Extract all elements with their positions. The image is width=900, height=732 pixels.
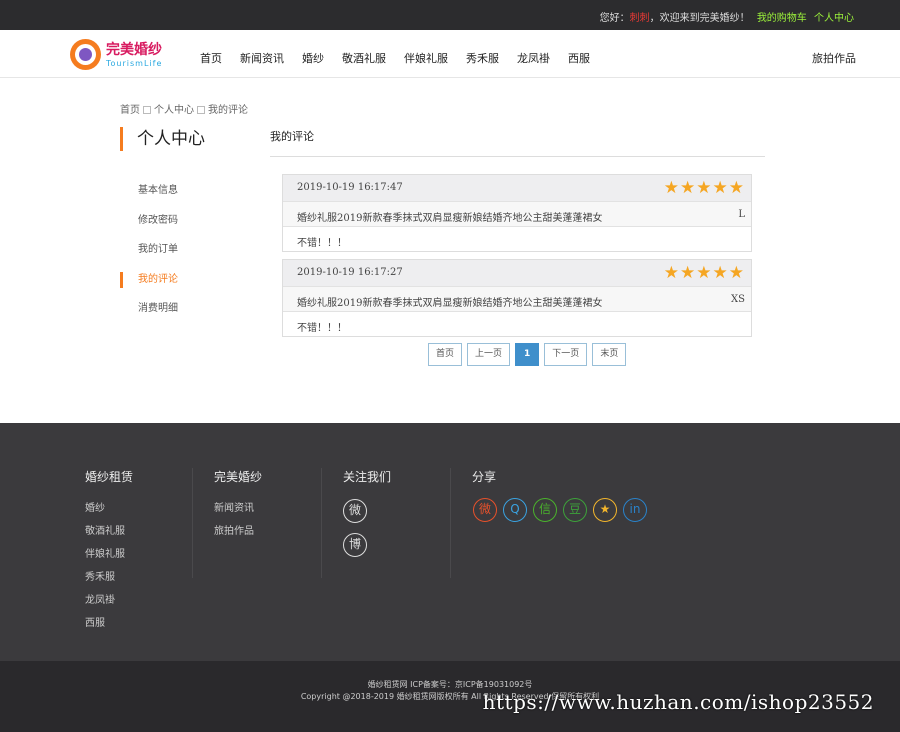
footer: 婚纱租赁 婚纱 敬酒礼服 伴娘礼服 秀禾服 龙凤褂 西服 完美婚纱 新闻资讯 旅… — [0, 423, 900, 661]
cart-link[interactable]: 我的购物车 — [757, 13, 807, 24]
breadcrumb-home[interactable]: 首页 — [120, 105, 140, 116]
nav-item-xiuhe[interactable]: 秀禾服 — [466, 50, 499, 66]
nav-item-longfeng[interactable]: 龙凤褂 — [517, 50, 550, 66]
comment-header: 2019-10-19 16:17:27 ★★★★★ — [283, 260, 751, 286]
footer-col-title: 关注我们 — [343, 470, 392, 484]
username-link[interactable]: 刺刺 — [630, 13, 650, 24]
footer-link[interactable]: 旅拍作品 — [214, 522, 321, 545]
product-name[interactable]: 婚纱礼服2019新款春季抹式双肩显瘦新娘结婚齐地公主甜美蓬蓬裙女 — [297, 294, 602, 309]
top-bar: 您好：刺刺，欢迎来到完美婚纱！ 我的购物车 个人中心 — [0, 0, 900, 30]
footer-col-follow: 关注我们 微 博 — [343, 468, 451, 578]
comment-header: 2019-10-19 16:17:47 ★★★★★ — [283, 175, 751, 201]
breadcrumb-separator-icon — [197, 106, 205, 114]
nav-item-toast-dress[interactable]: 敬酒礼服 — [342, 50, 386, 66]
product-size: L — [738, 209, 745, 220]
sidebar-item-my-orders[interactable]: 我的订单 — [120, 235, 240, 265]
sidebar-title: 个人中心 — [120, 127, 205, 151]
weibo-icon[interactable]: 博 — [343, 533, 367, 557]
comment-product-row[interactable]: 婚纱礼服2019新款春季抹式双肩显瘦新娘结婚齐地公主甜美蓬蓬裙女 L — [283, 201, 751, 226]
nav-item-home[interactable]: 首页 — [200, 50, 222, 66]
douban-icon[interactable]: 豆 — [563, 498, 587, 522]
weibo-icon[interactable]: 微 — [473, 498, 497, 522]
footer-col-rental: 婚纱租赁 婚纱 敬酒礼服 伴娘礼服 秀禾服 龙凤褂 西服 — [85, 468, 193, 629]
footer-link[interactable]: 敬酒礼服 — [85, 522, 192, 545]
footer-col-brand: 完美婚纱 新闻资讯 旅拍作品 — [214, 468, 322, 578]
qzone-icon[interactable]: ★ — [593, 498, 617, 522]
footer-col-title: 分享 — [472, 470, 497, 484]
footer-link[interactable]: 秀禾服 — [85, 568, 192, 591]
nav-item-news[interactable]: 新闻资讯 — [240, 50, 284, 66]
sidebar-menu: 基本信息 修改密码 我的订单 我的评论 消费明细 — [120, 176, 240, 324]
nav-item-suit[interactable]: 西服 — [568, 50, 590, 66]
page-title: 我的评论 — [270, 130, 314, 143]
wechat-icon[interactable]: 微 — [343, 499, 367, 523]
linkedin-icon[interactable]: in — [623, 498, 647, 522]
logo-flower-icon — [70, 39, 101, 70]
pager-prev-button[interactable]: 上一页 — [467, 343, 511, 366]
breadcrumb-user-center[interactable]: 个人中心 — [154, 105, 194, 116]
sidebar-item-spending[interactable]: 消费明细 — [120, 294, 240, 324]
watermark-text: https://www.huzhan.com/ishop23552 — [482, 690, 874, 714]
main-nav: 完美婚纱 TourismLife 首页 新闻资讯 婚纱 敬酒礼服 伴娘礼服 秀禾… — [0, 30, 900, 78]
footer-link[interactable]: 新闻资讯 — [214, 499, 321, 522]
comment-card: 2019-10-19 16:17:27 ★★★★★ 婚纱礼服2019新款春季抹式… — [282, 259, 752, 337]
product-size: XS — [731, 294, 745, 305]
title-divider — [270, 156, 765, 157]
comment-content-row: 不错！！！ — [283, 226, 751, 251]
logo-text: 完美婚纱 — [106, 42, 162, 58]
footer-link[interactable]: 伴娘礼服 — [85, 545, 192, 568]
comment-content: 不错！！！ — [297, 238, 347, 249]
comment-product-row[interactable]: 婚纱礼服2019新款春季抹式双肩显瘦新娘结婚齐地公主甜美蓬蓬裙女 XS — [283, 286, 751, 311]
pager-next-button[interactable]: 下一页 — [544, 343, 588, 366]
breadcrumb-current: 我的评论 — [208, 105, 248, 116]
breadcrumb-separator-icon — [143, 106, 151, 114]
product-name[interactable]: 婚纱礼服2019新款春季抹式双肩显瘦新娘结婚齐地公主甜美蓬蓬裙女 — [297, 209, 602, 224]
nav-item-wedding-dress[interactable]: 婚纱 — [302, 50, 324, 66]
logo-subtext: TourismLife — [106, 59, 163, 68]
pager-first-button[interactable]: 首页 — [428, 343, 463, 366]
pager-last-button[interactable]: 末页 — [592, 343, 627, 366]
nav-item-travel-photos[interactable]: 旅拍作品 — [812, 50, 856, 66]
footer-link[interactable]: 龙凤褂 — [85, 591, 192, 614]
pager-current-page[interactable]: 1 — [515, 343, 540, 366]
comment-card: 2019-10-19 16:17:47 ★★★★★ 婚纱礼服2019新款春季抹式… — [282, 174, 752, 252]
footer-col-title: 婚纱租赁 — [85, 470, 134, 484]
sidebar-item-basic-info[interactable]: 基本信息 — [120, 176, 240, 206]
pagination: 首页 上一页 1 下一页 末页 — [428, 343, 631, 366]
comment-content: 不错！！！ — [297, 323, 347, 334]
qq-icon[interactable]: Q — [503, 498, 527, 522]
sidebar-item-change-password[interactable]: 修改密码 — [120, 206, 240, 236]
footer-link[interactable]: 西服 — [85, 614, 192, 637]
comment-date: 2019-10-19 16:17:47 — [297, 182, 403, 193]
footer-col-share: 分享 — [472, 468, 672, 578]
breadcrumb: 首页 个人中心 我的评论 — [120, 101, 248, 116]
sidebar-item-my-comments[interactable]: 我的评论 — [120, 265, 240, 295]
footer-col-title: 完美婚纱 — [214, 470, 263, 484]
user-center-link[interactable]: 个人中心 — [814, 13, 854, 24]
comment-content-row: 不错！！！ — [283, 311, 751, 336]
nav-menu: 首页 新闻资讯 婚纱 敬酒礼服 伴娘礼服 秀禾服 龙凤褂 西服 — [200, 50, 608, 66]
nav-item-bridesmaid[interactable]: 伴娘礼服 — [404, 50, 448, 66]
star-rating-icon: ★★★★★ — [663, 178, 745, 198]
site-logo[interactable]: 完美婚纱 TourismLife — [70, 39, 180, 71]
welcome-text: ，欢迎来到完美婚纱！ — [649, 13, 750, 24]
star-rating-icon: ★★★★★ — [663, 263, 745, 283]
footer-link[interactable]: 婚纱 — [85, 499, 192, 522]
greeting-text: 您好： — [599, 13, 630, 24]
wechat-icon[interactable]: 信 — [533, 498, 557, 522]
share-icons: 微 Q 信 豆 ★ in — [473, 498, 647, 522]
comment-date: 2019-10-19 16:17:27 — [297, 267, 403, 278]
